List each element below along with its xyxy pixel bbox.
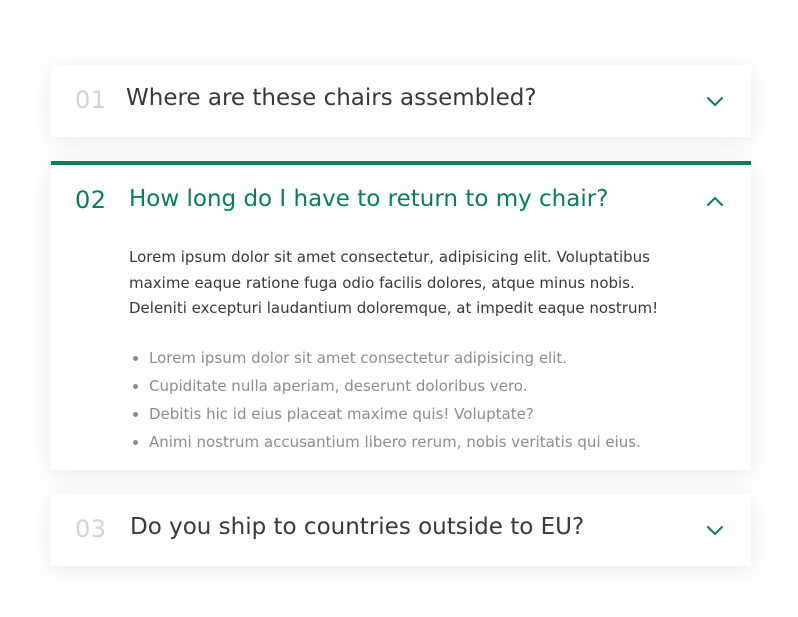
accordion-header-3[interactable]: 03 Do you ship to countries outside to E… (51, 494, 751, 566)
list-item: Animi nostrum accusantium libero rerum, … (149, 428, 689, 456)
page: 01 Where are these chairs assembled? 02 … (0, 0, 798, 617)
item-number: 03 (75, 515, 107, 543)
accordion-header-2[interactable]: 02 How long do I have to return to my ch… (51, 165, 751, 241)
chevron-down-icon[interactable] (703, 519, 727, 543)
item-number: 01 (75, 86, 107, 114)
list-item: Debitis hic id eius placeat maxime quis!… (149, 400, 689, 428)
answer-content: Lorem ipsum dolor sit amet consectetur, … (129, 245, 689, 456)
question-title: Where are these chairs assembled? (126, 85, 537, 111)
accordion-item: 01 Where are these chairs assembled? (51, 65, 751, 137)
question-title: Do you ship to countries outside to EU? (130, 514, 585, 540)
faq-accordion: 01 Where are these chairs assembled? 02 … (51, 65, 751, 566)
list-item: Cupiditate nulla aperiam, deserunt dolor… (149, 372, 689, 400)
list-item: Lorem ipsum dolor sit amet consectetur a… (149, 344, 689, 372)
question-title: How long do I have to return to my chair… (129, 186, 609, 212)
answer-list: Lorem ipsum dolor sit amet consectetur a… (129, 344, 689, 456)
item-number: 02 (75, 186, 107, 214)
answer-text: Lorem ipsum dolor sit amet consectetur, … (129, 248, 659, 317)
accordion-item-open: 02 How long do I have to return to my ch… (51, 161, 751, 470)
accordion-item: 03 Do you ship to countries outside to E… (51, 494, 751, 566)
chevron-up-icon[interactable] (703, 190, 727, 214)
chevron-down-icon[interactable] (703, 90, 727, 114)
accordion-header-1[interactable]: 01 Where are these chairs assembled? (51, 65, 751, 137)
